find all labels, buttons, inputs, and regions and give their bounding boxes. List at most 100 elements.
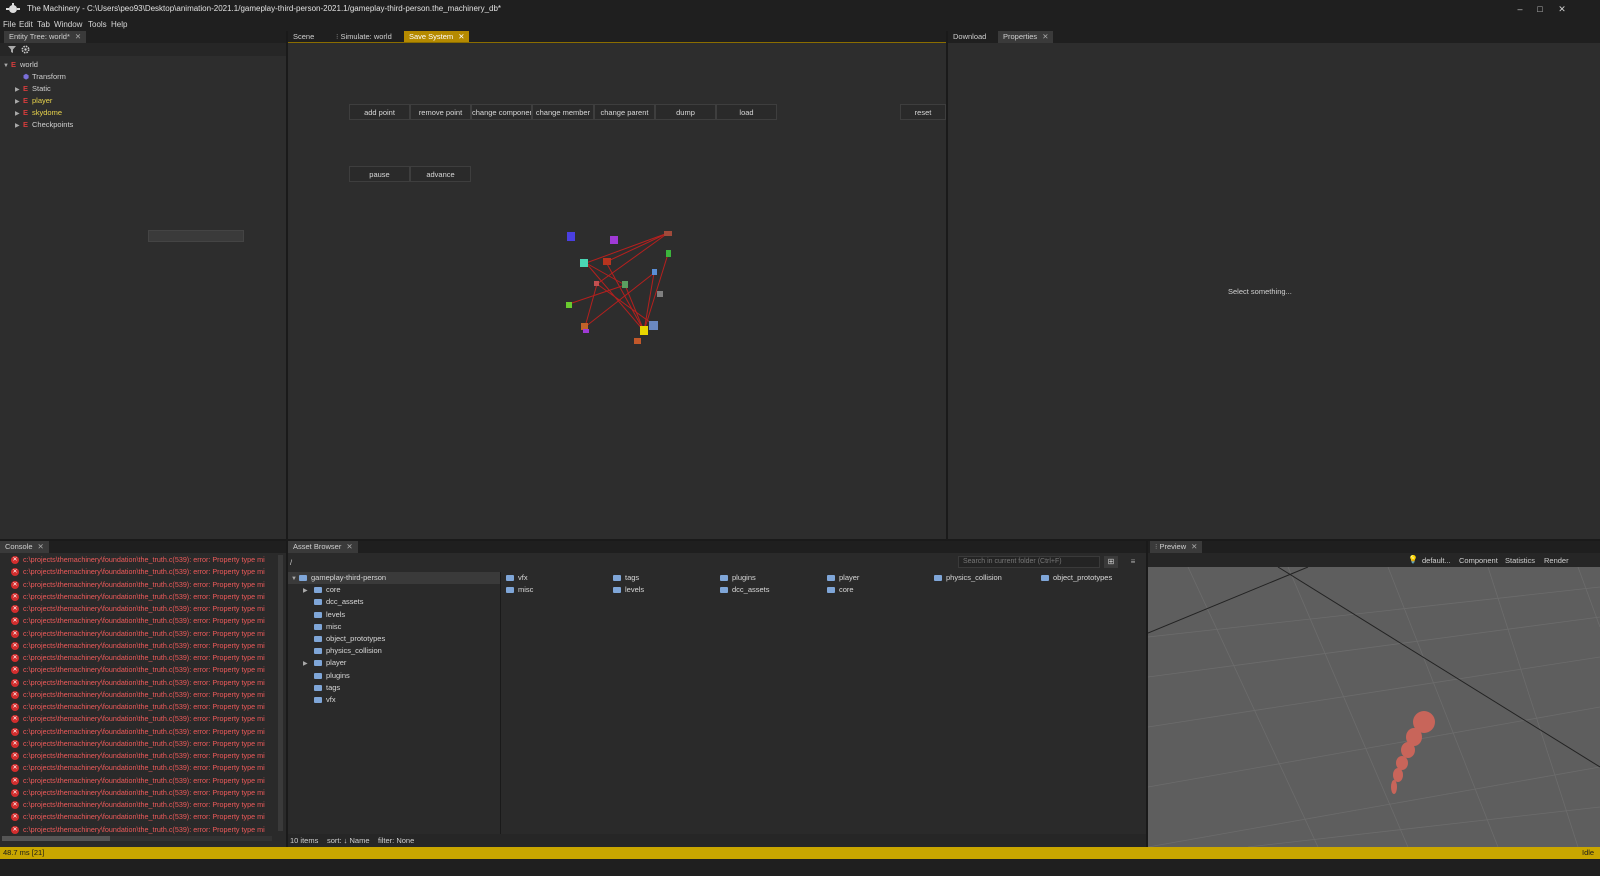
asset-tree-item[interactable]: ▶ core (288, 584, 500, 596)
console-error-row[interactable]: ✕ c:\projects\themachinery\foundation\the… (0, 554, 276, 566)
minimize-button[interactable]: – (1511, 2, 1529, 16)
advance-button[interactable]: advance (410, 166, 471, 182)
grid-view-icon[interactable]: ⊞ (1104, 556, 1118, 568)
graph-point[interactable] (634, 338, 641, 344)
asset-tree-item[interactable]: levels (288, 609, 500, 621)
console-error-row[interactable]: ✕ c:\projects\themachinery\foundation\the… (0, 591, 276, 603)
change-component-button[interactable]: change component (471, 104, 532, 120)
asset-grid-item[interactable]: core (827, 585, 854, 594)
asset-grid-item[interactable]: plugins (720, 573, 756, 582)
console-error-row[interactable]: ✕ c:\projects\themachinery\foundation\the… (0, 640, 276, 652)
close-window-button[interactable]: ✕ (1553, 2, 1571, 16)
asset-tree-item[interactable]: tags (288, 682, 500, 694)
statistics-menu[interactable]: Statistics (1505, 556, 1535, 565)
remove-point-button[interactable]: remove point (410, 104, 471, 120)
point-graph-canvas[interactable] (558, 221, 683, 346)
preview-viewport[interactable] (1148, 567, 1600, 847)
graph-point[interactable] (567, 232, 575, 241)
close-icon[interactable]: ✕ (346, 542, 352, 551)
asset-tree-item[interactable]: plugins (288, 670, 500, 682)
camera-selector[interactable]: default... (1422, 556, 1451, 565)
console-error-row[interactable]: ✕ c:\projects\themachinery\foundation\the… (0, 775, 276, 787)
sort-control[interactable]: sort: ↓ Name (327, 834, 370, 847)
maximize-button[interactable]: □ (1531, 2, 1549, 16)
menu-edit[interactable]: Edit (19, 20, 33, 29)
console-error-row[interactable]: ✕ c:\projects\themachinery\foundation\the… (0, 664, 276, 676)
console-error-row[interactable]: ✕ c:\projects\themachinery\foundation\the… (0, 603, 276, 615)
change-parent-button[interactable]: change parent (594, 104, 655, 120)
graph-point[interactable] (566, 302, 572, 308)
filter-control[interactable]: filter: None (378, 834, 414, 847)
console-error-row[interactable]: ✕ c:\projects\themachinery\foundation\the… (0, 701, 276, 713)
expand-arrow-icon[interactable]: ▼ (291, 573, 299, 585)
tab-properties[interactable]: Properties ✕ (998, 31, 1054, 43)
menu-tools[interactable]: Tools (88, 20, 107, 29)
asset-tree-item[interactable]: dcc_assets (288, 596, 500, 608)
pause-button[interactable]: pause (349, 166, 410, 182)
light-bulb-icon[interactable]: 💡 (1408, 555, 1418, 564)
tree-item-transform[interactable]: ⬢ Transform (23, 71, 66, 83)
console-error-row[interactable]: ✕ c:\projects\themachinery\foundation\the… (0, 579, 276, 591)
menu-window[interactable]: Window (54, 20, 82, 29)
console-error-row[interactable]: ✕ c:\projects\themachinery\foundation\the… (0, 762, 276, 774)
tab-console[interactable]: Console ✕ (0, 541, 49, 553)
menu-file[interactable]: File (3, 20, 16, 29)
asset-tree-item[interactable]: ▶ player (288, 657, 500, 669)
menu-tab[interactable]: Tab (37, 20, 50, 29)
graph-point[interactable] (622, 281, 628, 288)
dump-button[interactable]: dump (655, 104, 716, 120)
load-button[interactable]: load (716, 104, 777, 120)
tree-item-checkpoints[interactable]: ▶ E Checkpoints (15, 119, 73, 131)
gear-icon[interactable] (21, 45, 30, 54)
filter-icon[interactable] (8, 46, 16, 53)
console-error-row[interactable]: ✕ c:\projects\themachinery\foundation\the… (0, 615, 276, 627)
tab-entity-tree[interactable]: Entity Tree: world* ✕ (4, 31, 87, 43)
expand-arrow-icon[interactable]: ▶ (303, 585, 314, 597)
expand-arrow-icon[interactable]: ▶ (15, 120, 23, 132)
console-error-row[interactable]: ✕ c:\projects\themachinery\foundation\the… (0, 738, 276, 750)
console-error-row[interactable]: ✕ c:\projects\themachinery\foundation\the… (0, 811, 276, 823)
graph-point[interactable] (603, 258, 611, 265)
asset-grid-item[interactable]: levels (613, 585, 644, 594)
close-icon[interactable]: ✕ (458, 32, 464, 41)
graph-point[interactable] (610, 236, 618, 244)
asset-tree-item[interactable]: vfx (288, 694, 500, 706)
asset-grid-item[interactable]: dcc_assets (720, 585, 770, 594)
close-icon[interactable]: ✕ (1191, 542, 1197, 551)
asset-grid-item[interactable]: tags (613, 573, 639, 582)
sort-options-icon[interactable]: ≡ (1124, 556, 1142, 568)
asset-tree-item[interactable]: physics_collision (288, 645, 500, 657)
graph-point[interactable] (649, 321, 658, 330)
console-error-row[interactable]: ✕ c:\projects\themachinery\foundation\the… (0, 652, 276, 664)
console-error-row[interactable]: ✕ c:\projects\themachinery\foundation\the… (0, 713, 276, 725)
asset-tree-root[interactable]: ▼ gameplay-third-person (288, 572, 500, 585)
console-error-row[interactable]: ✕ c:\projects\themachinery\foundation\the… (0, 799, 276, 811)
asset-grid-item[interactable]: misc (506, 585, 533, 594)
asset-tree-item[interactable]: misc (288, 621, 500, 633)
console-scrollbar[interactable] (278, 555, 283, 831)
tab-asset-browser[interactable]: Asset Browser ✕ (288, 541, 358, 553)
console-error-row[interactable]: ✕ c:\projects\themachinery\foundation\the… (0, 824, 276, 836)
render-menu[interactable]: Render (1544, 556, 1569, 565)
asset-grid-item[interactable]: physics_collision (934, 573, 1002, 582)
menu-help[interactable]: Help (111, 20, 127, 29)
graph-point[interactable] (583, 329, 589, 333)
close-icon[interactable]: ✕ (38, 542, 44, 551)
add-point-button[interactable]: add point (349, 104, 410, 120)
graph-point[interactable] (640, 326, 648, 335)
console-error-row[interactable]: ✕ c:\projects\themachinery\foundation\the… (0, 628, 276, 640)
tree-item-static[interactable]: ▶ E Static (15, 83, 51, 95)
console-error-row[interactable]: ✕ c:\projects\themachinery\foundation\the… (0, 750, 276, 762)
expand-arrow-icon[interactable]: ▶ (303, 658, 314, 670)
tab-preview[interactable]: ⁝ Preview ✕ (1150, 541, 1203, 553)
scroll-thumb[interactable] (2, 836, 110, 841)
graph-point[interactable] (594, 281, 599, 286)
tree-item-player[interactable]: ▶ Eplayer (15, 95, 52, 107)
close-icon[interactable]: ✕ (75, 32, 81, 41)
graph-point[interactable] (581, 323, 588, 330)
asset-search-input[interactable]: Search in current folder (Ctrl+F) (958, 556, 1100, 568)
close-icon[interactable]: ✕ (1042, 32, 1048, 41)
console-error-row[interactable]: ✕ c:\projects\themachinery\foundation\the… (0, 726, 276, 738)
graph-point[interactable] (666, 250, 671, 257)
reset-button[interactable]: reset (900, 104, 946, 120)
